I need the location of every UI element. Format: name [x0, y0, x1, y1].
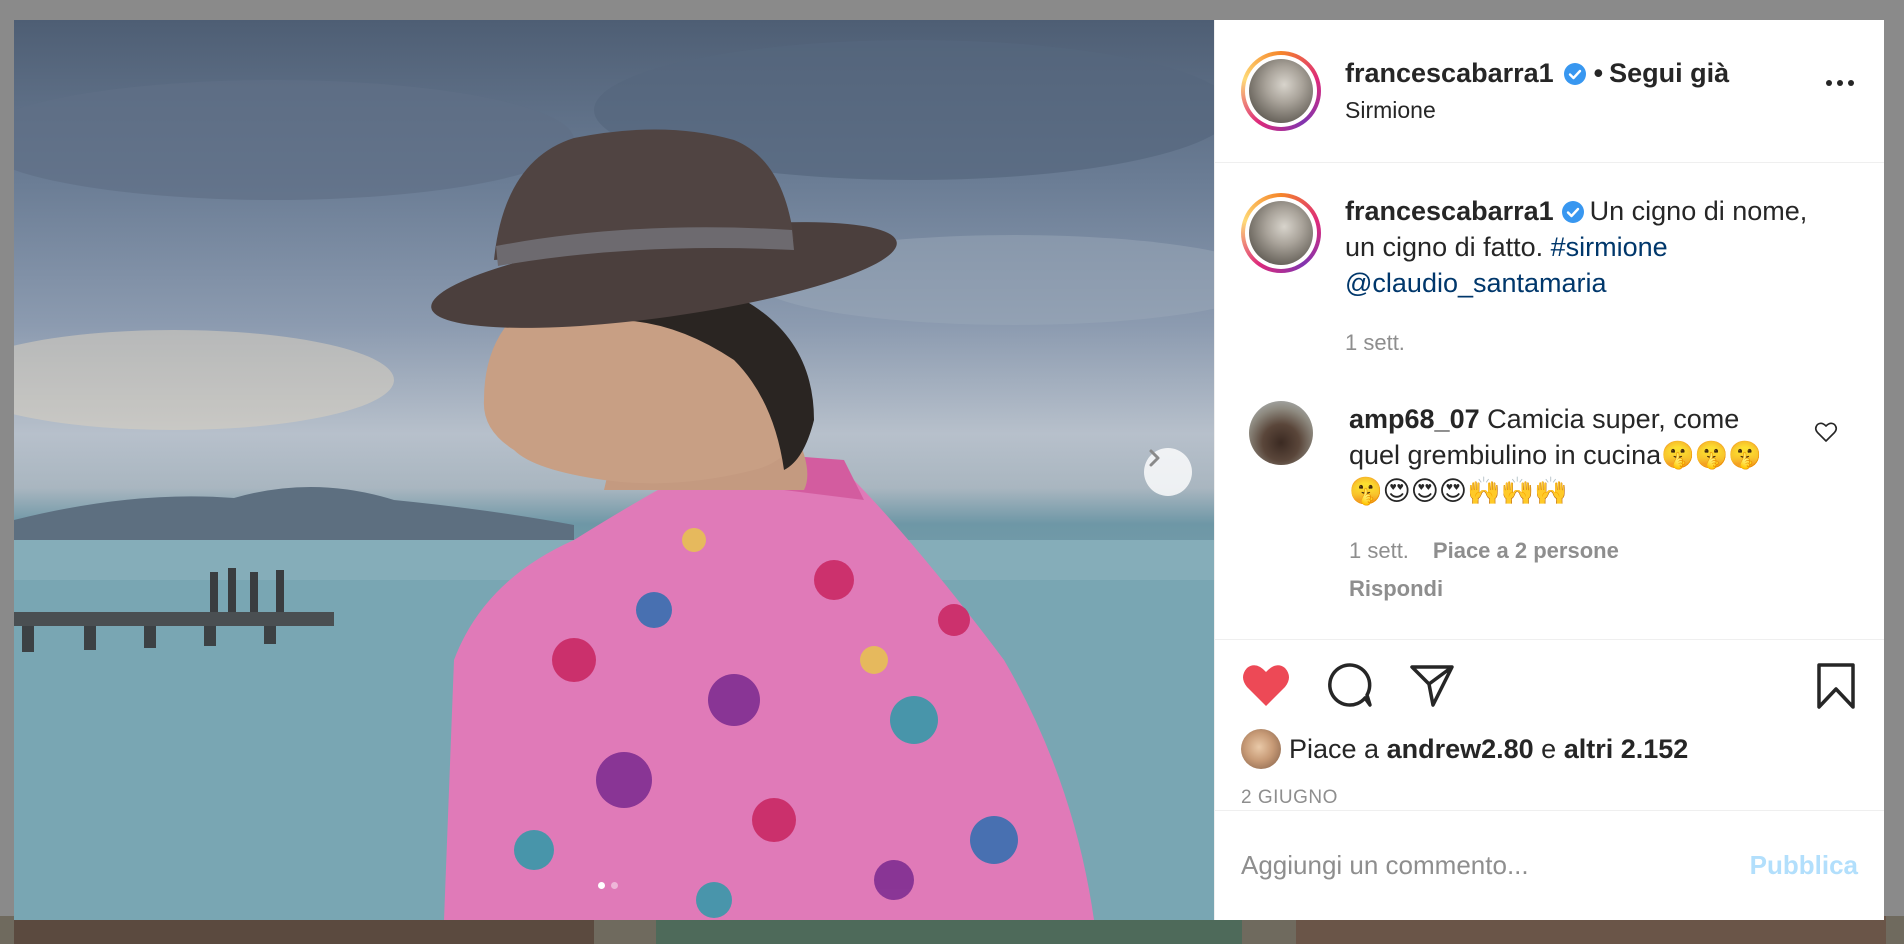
- more-options-icon[interactable]: [1826, 80, 1854, 86]
- comment-input[interactable]: [1241, 850, 1750, 881]
- comment-time[interactable]: 1 sett.: [1349, 538, 1409, 563]
- verified-badge-icon: [1561, 201, 1584, 223]
- carousel-indicator: [598, 882, 618, 889]
- carousel-dot-active: [598, 882, 605, 889]
- comment-bubble-icon[interactable]: [1327, 662, 1373, 708]
- caption-avatar[interactable]: [1241, 193, 1321, 273]
- caption: francescabarra1 Un cigno di nome, un cign…: [1241, 193, 1858, 361]
- verified-badge-icon: [1563, 62, 1586, 85]
- author-avatar-image: [1249, 59, 1313, 123]
- comment-item: amp68_07 Camicia super, come quel grembi…: [1241, 401, 1858, 607]
- header-separator: •: [1593, 58, 1604, 88]
- post-side-panel: francescabarra1 • Segui già Sirmione fra…: [1214, 20, 1884, 920]
- save-bookmark-icon[interactable]: [1816, 662, 1856, 715]
- background-feed-strip: [0, 916, 1904, 944]
- likes-others-link[interactable]: altri 2.152: [1564, 734, 1689, 765]
- hashtag-link[interactable]: #sirmione: [1551, 232, 1668, 262]
- mention-link[interactable]: @claudio_santamaria: [1345, 268, 1607, 298]
- commenter-avatar[interactable]: [1249, 401, 1313, 465]
- likes-summary: Piace a andrew2.80 e altri 2.152: [1215, 729, 1884, 769]
- comments-list: francescabarra1 Un cigno di nome, un cign…: [1215, 163, 1884, 639]
- carousel-dot: [611, 882, 618, 889]
- liker-username[interactable]: andrew2.80: [1387, 734, 1534, 765]
- comment-likes-count[interactable]: Piace a 2 persone: [1433, 538, 1619, 563]
- share-paper-plane-icon[interactable]: [1409, 662, 1455, 708]
- author-avatar[interactable]: [1241, 51, 1321, 131]
- next-slide-button[interactable]: [1144, 448, 1192, 496]
- likes-conj: e: [1541, 733, 1557, 764]
- reply-button[interactable]: Rispondi: [1349, 571, 1789, 607]
- caption-username[interactable]: francescabarra1: [1345, 196, 1554, 226]
- chevron-right-icon: [1149, 449, 1160, 467]
- like-comment-heart-icon[interactable]: [1814, 421, 1838, 448]
- liker-avatar[interactable]: [1241, 729, 1281, 769]
- post-photo: [14, 20, 1214, 920]
- caption-avatar-image: [1249, 201, 1313, 265]
- author-username[interactable]: francescabarra1: [1345, 58, 1554, 89]
- publish-button[interactable]: Pubblica: [1750, 850, 1858, 881]
- add-comment-bar: Pubblica: [1215, 810, 1884, 920]
- likes-prefix: Piace a: [1289, 733, 1380, 764]
- follow-status-button[interactable]: Segui già: [1609, 58, 1729, 89]
- post-header: francescabarra1 • Segui già Sirmione: [1215, 20, 1884, 163]
- like-heart-icon[interactable]: [1241, 662, 1291, 708]
- post-actions: [1215, 639, 1884, 729]
- caption-time[interactable]: 1 sett.: [1345, 330, 1405, 355]
- photo-illustration: [14, 40, 1214, 920]
- post-location[interactable]: Sirmione: [1345, 97, 1729, 124]
- post-modal: francescabarra1 • Segui già Sirmione fra…: [14, 20, 1884, 920]
- commenter-username[interactable]: amp68_07: [1349, 404, 1480, 434]
